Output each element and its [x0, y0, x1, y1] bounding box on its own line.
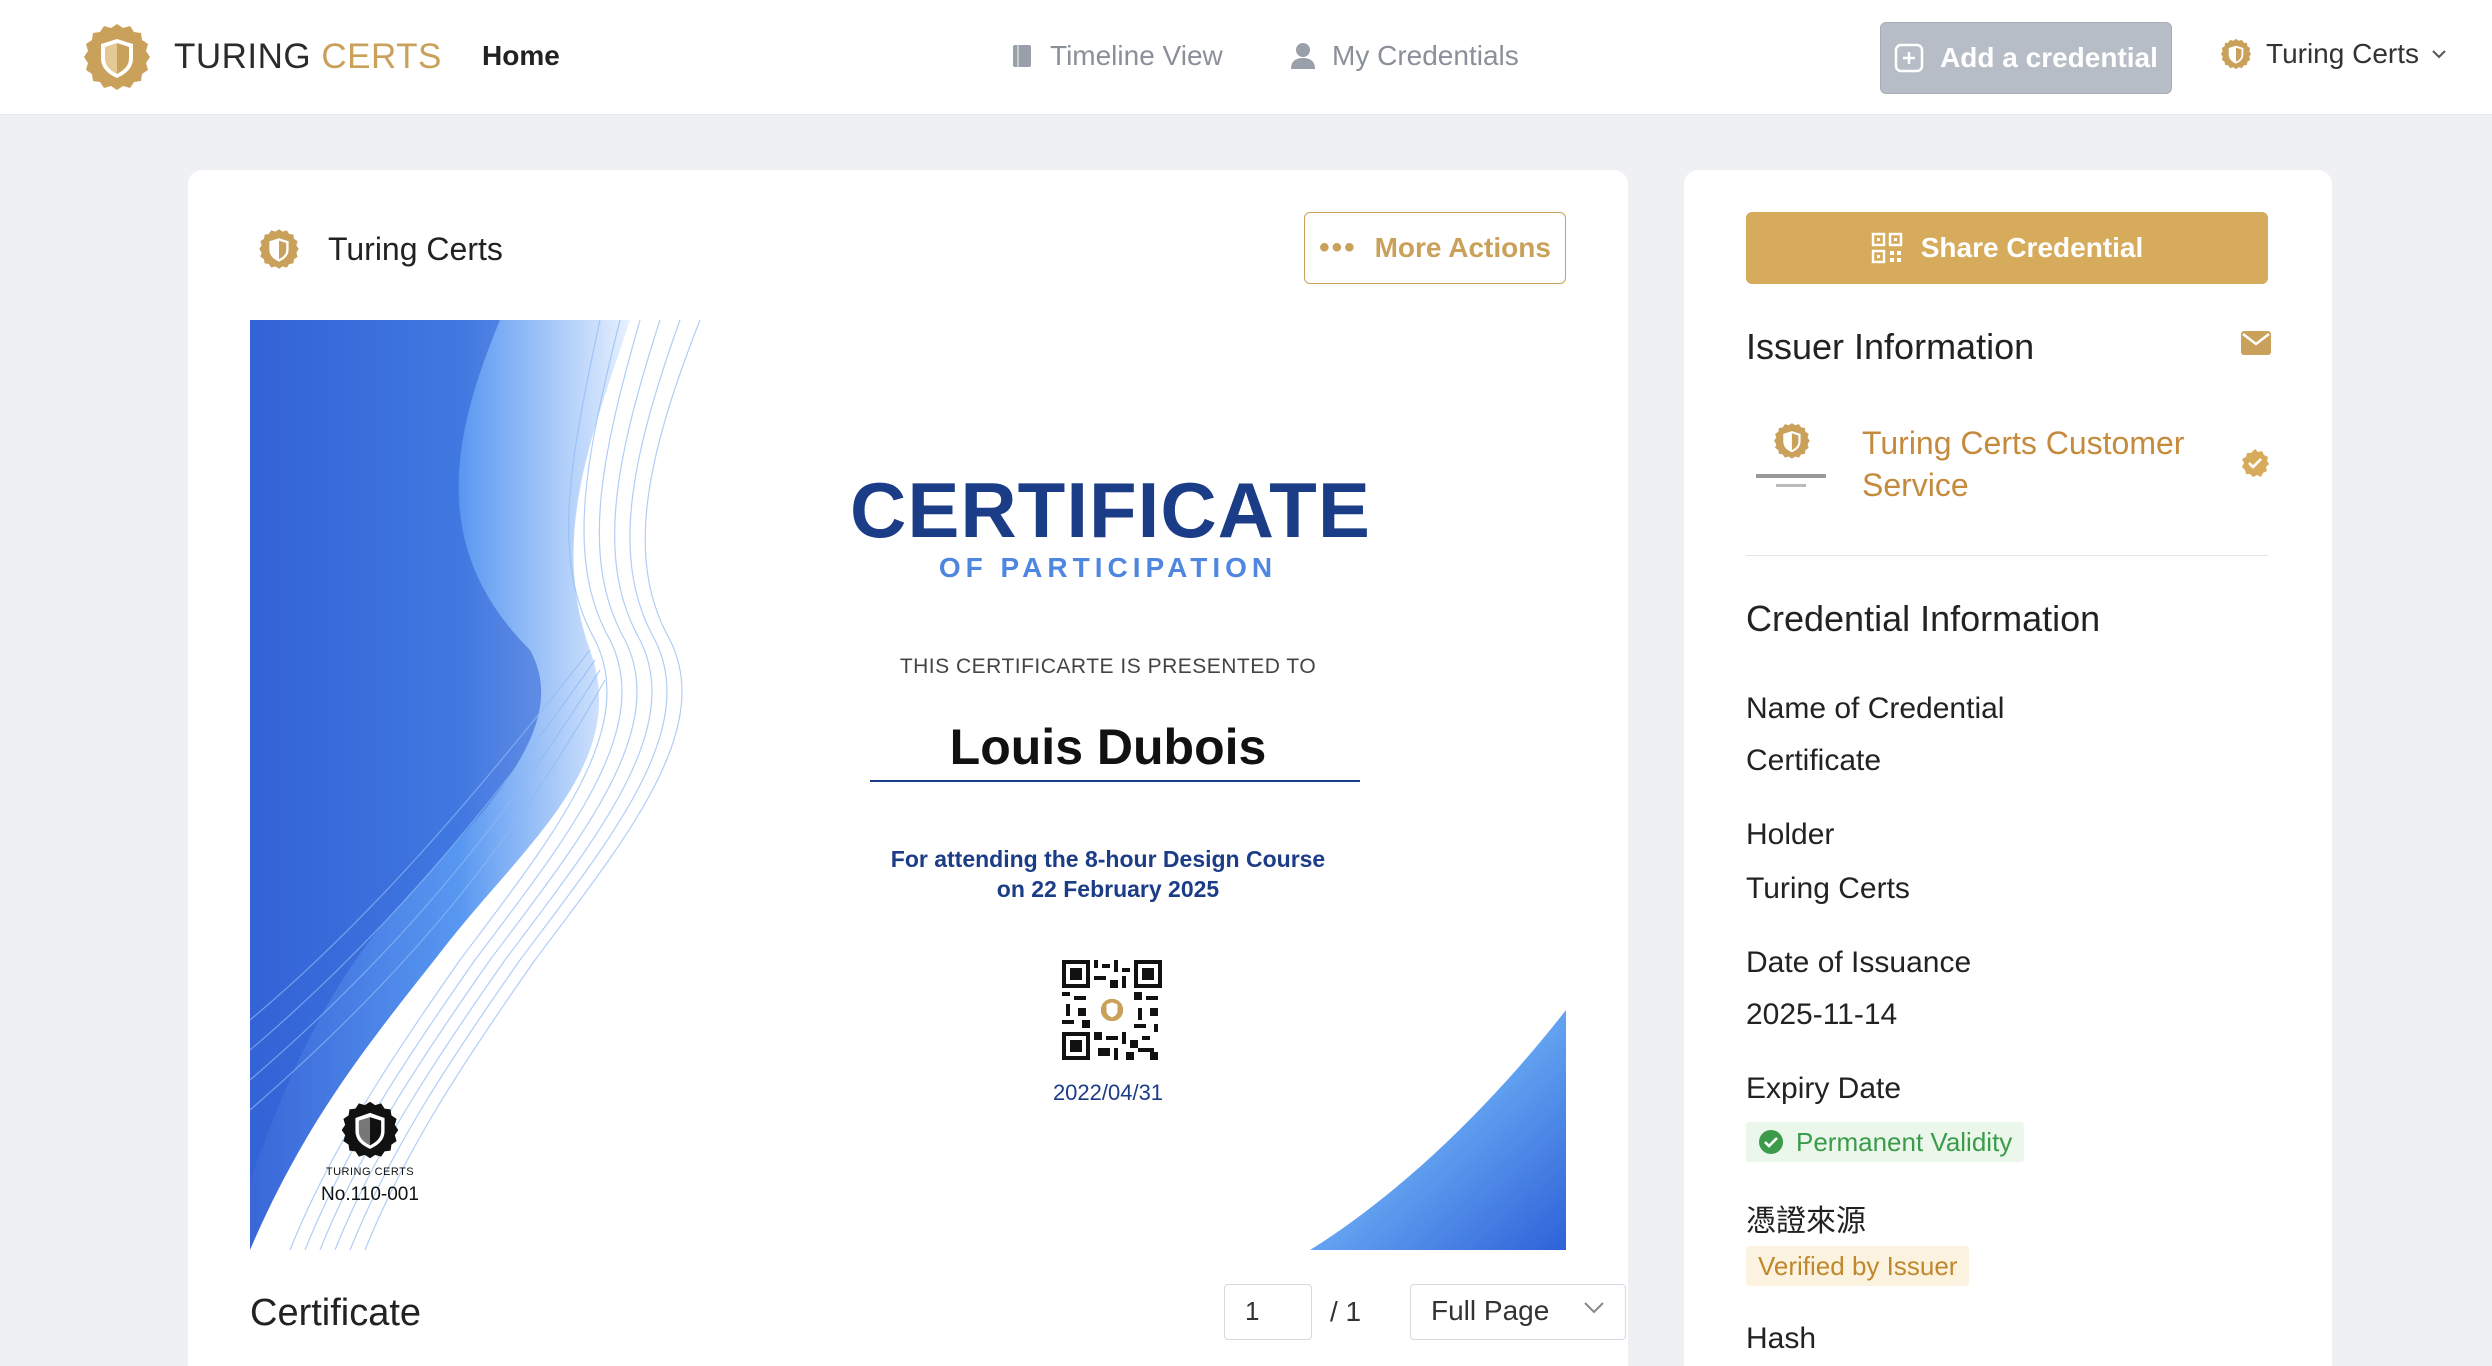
share-credential-button[interactable]: Share Credential: [1746, 212, 2268, 284]
zoom-mode-select[interactable]: Full Page: [1410, 1284, 1626, 1340]
brand-home-link[interactable]: TURING CERTS: [82, 22, 442, 92]
expiry-status-badge: Permanent Validity: [1746, 1122, 2025, 1162]
check-circle-icon: [1759, 1130, 1783, 1154]
certificate-description: For attending the 8-hour Design Course o…: [850, 844, 1366, 904]
hash-label: Hash: [1746, 1322, 1817, 1355]
certificate-issuer-badge: TURING CERTS No.110-001: [310, 1100, 430, 1206]
credential-information-title: Credential Information: [1746, 598, 2101, 639]
nav-home-link[interactable]: Home: [482, 40, 560, 72]
expiry-status-text: Permanent Validity: [1796, 1126, 2013, 1157]
zoom-mode-value: Full Page: [1431, 1295, 1550, 1326]
user-name: Turing Certs: [2266, 38, 2420, 69]
holder-underline: [870, 780, 1360, 782]
certificate-presented-to: THIS CERTIFICARTE IS PRESENTED TO: [899, 655, 1317, 678]
certificate-date: 2022/04/31: [1052, 1080, 1164, 1105]
book-icon: [1013, 45, 1031, 67]
shield-logo-icon: [84, 24, 150, 90]
certificate-title: CERTIFICATE: [850, 466, 1371, 554]
page-number-input[interactable]: 1: [1224, 1284, 1312, 1340]
certificate-number: No.110-001: [321, 1184, 419, 1205]
badge-brand-text: TURING CERTS: [325, 1166, 415, 1178]
top-navigation-bar: TURING CERTS Home Timeline View My Crede…: [0, 0, 2492, 115]
certificate-holder-name: Louis Dubois: [949, 719, 1267, 775]
certificate-subtitle: OF PARTICIPATION: [938, 552, 1278, 583]
user-account-menu[interactable]: Turing Certs: [2220, 38, 2447, 70]
issuer-header: Turing Certs: [258, 228, 503, 270]
person-icon: [1291, 43, 1315, 69]
issuer-service-logo-icon: [1756, 423, 1826, 487]
issuance-date-value: 2025-11-14: [1746, 998, 1898, 1031]
certificate-description-line1: For attending the 8-hour Design Course: [890, 846, 1326, 872]
issuer-entry[interactable]: Turing Certs Customer Service: [1746, 418, 2269, 518]
qr-code-image: [1062, 960, 1162, 1060]
document-type-label: Certificate: [250, 1292, 422, 1334]
issuer-information-title: Issuer Information: [1746, 326, 2035, 367]
holder-value: Turing Certs: [1746, 872, 1910, 905]
credential-name-value: Certificate: [1746, 744, 1882, 777]
certificate-description-line2: on 22 February 2025: [996, 876, 1220, 902]
add-credential-button[interactable]: Add a credential: [1880, 22, 2172, 94]
nav-my-credentials-label: My Credentials: [1332, 40, 1519, 71]
qr-code-icon: [1871, 232, 1902, 264]
nav-my-credentials-link[interactable]: My Credentials: [1290, 40, 1519, 72]
chevron-down-icon: [1584, 1302, 1604, 1314]
issuer-logo-icon: [259, 229, 299, 269]
more-actions-label: More Actions: [1374, 232, 1551, 263]
certificate-wave-graphic: [250, 320, 1566, 1250]
mail-icon[interactable]: [2240, 330, 2272, 356]
issuer-name: Turing Certs: [328, 230, 503, 267]
nav-timeline-view-link[interactable]: Timeline View: [1010, 40, 1223, 72]
page-total: / 1: [1330, 1296, 1362, 1327]
credential-source-label: 憑證來源: [1746, 1205, 1866, 1238]
chevron-down-icon: [2432, 50, 2446, 59]
badge-shield-icon: [341, 1101, 399, 1159]
verified-badge-icon: [2242, 449, 2269, 477]
add-credential-label: Add a credential: [1940, 42, 2158, 73]
share-credential-label: Share Credential: [1920, 232, 2144, 263]
credential-viewer-card: Turing Certs ••• More Actions CERTIFICAT…: [188, 170, 1628, 1366]
account-logo-icon: [2220, 38, 2252, 70]
certificate-document: CERTIFICATE OF PARTICIPATION THIS CERTIF…: [250, 320, 1566, 1250]
more-dots-icon: •••: [1319, 231, 1357, 264]
issuer-service-name: Turing Certs Customer Service: [1862, 425, 2185, 503]
credential-source-text: Verified by Issuer: [1758, 1250, 1958, 1281]
brand-name: TURING CERTS: [174, 37, 442, 76]
credential-source-badge: Verified by Issuer: [1746, 1246, 1970, 1286]
document-footer: Certificate 1 / 1 Full Page: [250, 1280, 1626, 1360]
plus-square-icon: [1894, 43, 1924, 73]
section-divider: [1746, 555, 2268, 556]
nav-timeline-label: Timeline View: [1050, 40, 1223, 71]
more-actions-button[interactable]: ••• More Actions: [1304, 212, 1566, 284]
credential-name-label: Name of Credential: [1746, 692, 2005, 725]
holder-label: Holder: [1746, 818, 1835, 851]
expiry-date-label: Expiry Date: [1746, 1072, 1902, 1105]
credential-details-panel: Share Credential Issuer Information Turi…: [1684, 170, 2332, 1366]
issuance-date-label: Date of Issuance: [1746, 946, 1972, 979]
